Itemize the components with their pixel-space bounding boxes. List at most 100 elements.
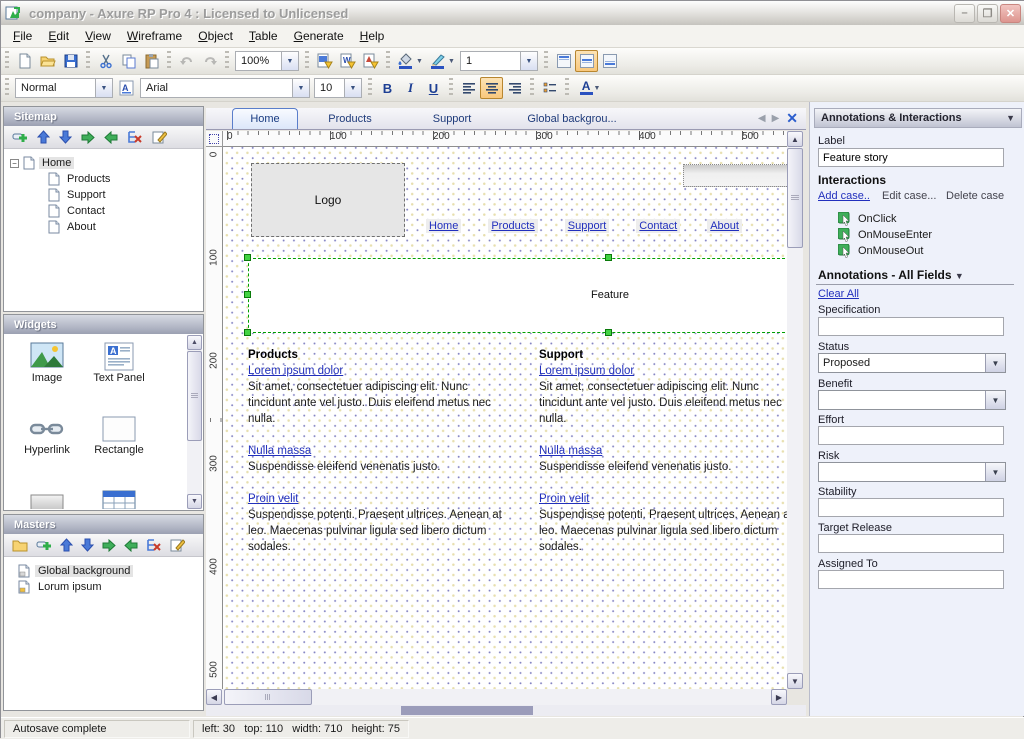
pane-scroll-track[interactable] — [206, 705, 806, 716]
font-combobox[interactable]: Arial ▼ — [140, 78, 310, 98]
widget-hyperlink[interactable]: Hyperlink — [12, 414, 82, 456]
menu-edit[interactable]: Edit — [40, 26, 77, 46]
toolbar-grip[interactable] — [305, 51, 309, 71]
widget-image[interactable]: Image — [12, 342, 82, 384]
stability-input[interactable] — [818, 498, 1004, 517]
toolbar-grip[interactable] — [86, 51, 90, 71]
indent-right-icon[interactable] — [102, 539, 116, 552]
folder-icon[interactable] — [12, 538, 28, 552]
fill-color-button[interactable]: ▼ — [394, 50, 426, 72]
chevron-down-icon[interactable]: ▼ — [520, 52, 537, 70]
add-page-icon[interactable] — [12, 130, 28, 144]
menu-help[interactable]: Help — [352, 26, 393, 46]
sitemap-item-about[interactable]: About — [10, 219, 203, 235]
scroll-up-icon[interactable]: ▲ — [187, 335, 202, 350]
add-master-icon[interactable] — [36, 538, 52, 552]
selection-handle[interactable] — [244, 291, 251, 298]
event-onmouseout[interactable]: OnMouseOut — [838, 244, 923, 258]
selection-handle[interactable] — [244, 329, 251, 336]
underline-button[interactable]: U — [422, 77, 445, 99]
specification-input[interactable] — [818, 317, 1004, 336]
canvas-horizontal-scrollbar[interactable]: ◀ ▶ — [206, 689, 787, 705]
tab-products[interactable]: Products — [298, 108, 402, 129]
scrollbar-thumb[interactable] — [187, 351, 202, 441]
scroll-left-icon[interactable]: ◀ — [206, 689, 222, 705]
menu-file[interactable]: File — [5, 26, 40, 46]
annotations-panel-header[interactable]: Annotations & Interactions ▼ — [814, 108, 1022, 128]
effort-input[interactable] — [818, 426, 1004, 445]
widget-text-panel[interactable]: A Text Panel — [84, 342, 154, 384]
column-link[interactable]: Nulla massa — [248, 445, 311, 457]
nav-link-support[interactable]: Support — [565, 219, 610, 233]
indent-left-icon[interactable] — [124, 539, 138, 552]
chevron-down-icon[interactable]: ▼ — [594, 85, 601, 92]
chevron-down-icon[interactable]: ▼ — [985, 354, 1005, 372]
scroll-right-icon[interactable]: ▶ — [771, 689, 787, 705]
canvas-topright-box[interactable] — [683, 164, 787, 187]
chevron-down-icon[interactable]: ▼ — [955, 271, 964, 281]
chevron-down-icon[interactable]: ▼ — [344, 79, 361, 97]
valign-bottom-button[interactable] — [598, 50, 621, 72]
benefit-select[interactable]: ▼ — [818, 390, 1006, 410]
redo-button[interactable] — [198, 50, 221, 72]
copy-button[interactable] — [117, 50, 140, 72]
open-button[interactable] — [36, 50, 59, 72]
menu-table[interactable]: Table — [241, 26, 286, 46]
chevron-down-icon[interactable]: ▼ — [985, 463, 1005, 481]
toolbar-grip[interactable] — [225, 51, 229, 71]
selection-handle[interactable] — [605, 329, 612, 336]
sitemap-item-products[interactable]: Products — [10, 171, 203, 187]
edit-case-link[interactable]: Edit case... — [882, 190, 936, 202]
scroll-up-icon[interactable]: ▲ — [787, 131, 803, 147]
close-button[interactable]: ✕ — [1000, 4, 1021, 23]
scroll-down-icon[interactable]: ▼ — [787, 673, 803, 689]
tab-scroll-left-icon[interactable]: ◀ — [758, 113, 766, 124]
delete-case-link[interactable]: Delete case — [946, 190, 1004, 202]
line-width-combobox[interactable]: 1 ▼ — [460, 51, 538, 71]
event-onclick[interactable]: OnClick — [838, 212, 897, 226]
event-onmouseenter[interactable]: OnMouseEnter — [838, 228, 932, 242]
valign-middle-button[interactable] — [575, 50, 598, 72]
bold-button[interactable]: B — [376, 77, 399, 99]
italic-button[interactable]: I — [399, 77, 422, 99]
column-link[interactable]: Lorem ipsum dolor — [539, 365, 634, 377]
generate-html-button[interactable] — [313, 50, 336, 72]
minimize-button[interactable]: – — [954, 4, 975, 23]
widget-table-partial[interactable] — [84, 489, 154, 509]
generate-word-button[interactable]: W — [336, 50, 359, 72]
align-center-button[interactable] — [480, 77, 503, 99]
master-item-lorum-ipsum[interactable]: Lorum ipsum — [18, 579, 203, 595]
generate-prototype-button[interactable] — [359, 50, 382, 72]
move-up-icon[interactable] — [37, 130, 50, 144]
toolbar-grip[interactable] — [368, 78, 372, 98]
scrollbar-thumb[interactable] — [787, 148, 803, 248]
menu-object[interactable]: Object — [190, 26, 241, 46]
products-column[interactable]: Products Lorem ipsum dolor Sit amet, con… — [248, 347, 508, 571]
nav-link-products[interactable]: Products — [488, 219, 537, 233]
selection-handle[interactable] — [605, 254, 612, 261]
align-left-button[interactable] — [457, 77, 480, 99]
chevron-down-icon[interactable]: ▼ — [985, 391, 1005, 409]
chevron-down-icon[interactable]: ▼ — [292, 79, 309, 97]
nav-link-about[interactable]: About — [707, 219, 742, 233]
move-down-icon[interactable] — [59, 130, 72, 144]
tab-global-background[interactable]: Global backgrou... — [502, 108, 642, 129]
feature-box-selected[interactable]: Feature — [248, 258, 787, 333]
font-color-button[interactable]: A ▼ — [573, 77, 607, 99]
sitemap-item-home[interactable]: − Home — [10, 155, 203, 171]
valign-top-button[interactable] — [552, 50, 575, 72]
column-link[interactable]: Lorem ipsum dolor — [248, 365, 343, 377]
add-case-link[interactable]: Add case.. — [818, 190, 870, 202]
widget-rectangle[interactable]: Rectangle — [84, 414, 154, 456]
manage-styles-button[interactable]: A — [115, 77, 138, 99]
move-down-icon[interactable] — [81, 538, 94, 552]
toolbar-grip[interactable] — [544, 51, 548, 71]
column-link[interactable]: Nulla massa — [539, 445, 602, 457]
support-column[interactable]: Support Lorem ipsum dolor Sit amet, cons… — [539, 347, 787, 571]
zoom-combobox[interactable]: 100% ▼ — [235, 51, 299, 71]
selection-handle[interactable] — [244, 254, 251, 261]
edit-page-icon[interactable] — [152, 130, 167, 144]
paste-button[interactable] — [140, 50, 163, 72]
edit-master-icon[interactable] — [170, 538, 185, 552]
target-release-input[interactable] — [818, 534, 1004, 553]
